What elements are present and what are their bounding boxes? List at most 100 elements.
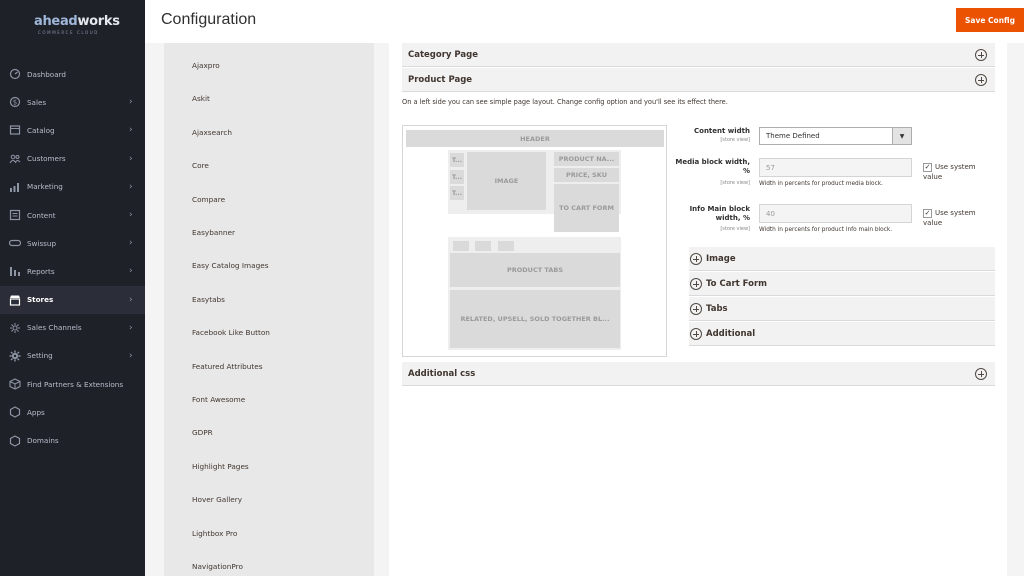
sidebar-item-label: Marketing bbox=[27, 182, 63, 192]
preview-tab bbox=[453, 241, 469, 251]
info-use-system-text: Use system value bbox=[923, 209, 976, 227]
chevron-right-icon: › bbox=[129, 266, 133, 277]
sidebar-item-sales-channels[interactable]: Sales Channels › bbox=[0, 314, 145, 342]
sidebar-item-setting[interactable]: Setting › bbox=[0, 342, 145, 370]
expand-plus-icon bbox=[690, 278, 702, 290]
section-title: Product Page bbox=[408, 74, 473, 85]
svg-text:$: $ bbox=[13, 99, 17, 107]
sidebar-item-find-partners-extensions[interactable]: Find Partners & Extensions bbox=[0, 370, 145, 398]
store-icon bbox=[9, 294, 21, 306]
content-width-value: Theme Defined bbox=[766, 132, 820, 140]
hexagon-icon bbox=[9, 434, 21, 447]
logo[interactable]: aheadworks COMMERCE CLOUD bbox=[34, 14, 120, 35]
config-tab-easybanner[interactable]: Easybanner bbox=[192, 228, 235, 237]
config-tab-highlight-pages[interactable]: Highlight Pages bbox=[192, 462, 249, 471]
info-width-input[interactable]: 40 bbox=[759, 204, 912, 223]
expand-plus-icon bbox=[975, 49, 987, 61]
sidebar-item-label: Content bbox=[27, 210, 56, 220]
config-tab-navigationpro[interactable]: NavigationPro bbox=[192, 562, 243, 571]
expand-plus-icon bbox=[975, 368, 987, 380]
chevron-right-icon: › bbox=[129, 350, 133, 361]
main-nav: Dashboard $ Sales › Catalog › Customers › Market… bbox=[0, 60, 145, 455]
info-width-scope: [store view] bbox=[720, 226, 750, 232]
sidebar-item-apps[interactable]: Apps bbox=[0, 398, 145, 426]
chevron-right-icon: › bbox=[129, 125, 133, 136]
preview-thumb: T... bbox=[450, 186, 464, 200]
config-tab-gdpr[interactable]: GDPR bbox=[192, 428, 213, 437]
subsection-tabs[interactable]: Tabs bbox=[689, 297, 995, 321]
chevron-right-icon: › bbox=[129, 322, 133, 333]
customers-icon bbox=[9, 153, 21, 165]
sidebar-item-domains[interactable]: Domains bbox=[0, 426, 145, 454]
box-icon bbox=[9, 124, 21, 136]
media-width-label: Media block width, % bbox=[670, 158, 750, 176]
section-additional-css[interactable]: Additional css bbox=[402, 362, 995, 386]
sidebar-item-label: Sales Channels bbox=[27, 323, 82, 333]
cube-icon bbox=[9, 378, 21, 390]
subsection-title: Tabs bbox=[706, 303, 728, 314]
section-product-page[interactable]: Product Page bbox=[402, 68, 995, 92]
chevron-right-icon: › bbox=[129, 153, 133, 164]
sidebar-item-label: Customers bbox=[27, 154, 66, 164]
section-category-page[interactable]: Category Page bbox=[402, 43, 995, 67]
info-use-system-label: Use system value bbox=[923, 208, 983, 228]
preview-thumb: T... bbox=[450, 153, 464, 167]
page-title: Configuration bbox=[161, 11, 257, 28]
expand-plus-icon bbox=[690, 328, 702, 340]
sidebar-item-catalog[interactable]: Catalog › bbox=[0, 116, 145, 144]
admin-sidebar: aheadworks COMMERCE CLOUD Dashboard $ Sale… bbox=[0, 0, 145, 576]
layout-description: On a left side you can see simple page l… bbox=[402, 98, 728, 106]
logo-subtitle: COMMERCE CLOUD bbox=[38, 30, 99, 35]
config-tab-ajaxsearch[interactable]: Ajaxsearch bbox=[192, 128, 232, 137]
config-tab-easytabs[interactable]: Easytabs bbox=[192, 295, 225, 304]
expand-plus-icon bbox=[690, 253, 702, 265]
chevron-right-icon: › bbox=[129, 294, 133, 305]
info-width-label: Info Main block width, % bbox=[670, 205, 750, 223]
save-config-button[interactable]: Save Config bbox=[956, 8, 1024, 32]
sidebar-item-swissup[interactable]: Swissup › bbox=[0, 229, 145, 257]
config-tab-easy-catalog-images[interactable]: Easy Catalog Images bbox=[192, 261, 269, 270]
sidebar-item-marketing[interactable]: Marketing › bbox=[0, 173, 145, 201]
config-tab-askit[interactable]: Askit bbox=[192, 94, 210, 103]
sidebar-item-label: Swissup bbox=[27, 238, 57, 248]
media-width-input[interactable]: 57 bbox=[759, 158, 912, 177]
sidebar-item-sales[interactable]: $ Sales › bbox=[0, 88, 145, 116]
dashboard-icon bbox=[9, 68, 21, 80]
config-tab-facebook-like-button[interactable]: Facebook Like Button bbox=[192, 328, 270, 337]
config-tab-font-awesome[interactable]: Font Awesome bbox=[192, 395, 245, 404]
sidebar-item-label: Find Partners & Extensions bbox=[27, 379, 124, 389]
subsection-additional[interactable]: Additional bbox=[689, 322, 995, 346]
info-width-label-line2: width, % bbox=[715, 214, 750, 222]
preview-tab bbox=[498, 241, 514, 251]
config-tab-core[interactable]: Core bbox=[192, 161, 209, 170]
subsection-image[interactable]: Image bbox=[689, 247, 995, 271]
config-tab-lightbox-pro[interactable]: Lightbox Pro bbox=[192, 529, 237, 538]
preview-product-tabs: PRODUCT TABS bbox=[450, 253, 620, 287]
sidebar-item-stores[interactable]: Stores › bbox=[0, 285, 145, 314]
dollar-icon: $ bbox=[9, 96, 21, 108]
section-title: Category Page bbox=[408, 49, 479, 60]
sidebar-item-label: Apps bbox=[27, 407, 45, 417]
config-tab-hover-gallery[interactable]: Hover Gallery bbox=[192, 495, 242, 504]
chevron-down-icon: ▼ bbox=[892, 128, 911, 144]
sidebar-item-content[interactable]: Content › bbox=[0, 201, 145, 229]
sidebar-item-label: Sales bbox=[27, 97, 47, 107]
expand-plus-icon bbox=[690, 303, 702, 315]
config-tabs-panel: Ajaxpro Askit Ajaxsearch Core Compare Easyban… bbox=[164, 43, 374, 576]
content-width-select[interactable]: Theme Defined ▼ bbox=[759, 127, 912, 145]
media-width-label-line2: % bbox=[742, 167, 750, 175]
sidebar-item-label: Dashboard bbox=[27, 69, 66, 79]
config-tab-featured-attributes[interactable]: Featured Attributes bbox=[192, 362, 263, 371]
preview-tab bbox=[475, 241, 491, 251]
media-width-label-line1: Media block width, bbox=[675, 158, 750, 166]
chevron-right-icon: › bbox=[129, 238, 133, 249]
sidebar-item-dashboard[interactable]: Dashboard bbox=[0, 60, 145, 88]
config-tab-compare[interactable]: Compare bbox=[192, 195, 225, 204]
config-tab-ajaxpro[interactable]: Ajaxpro bbox=[192, 61, 220, 70]
channels-icon bbox=[9, 322, 21, 334]
sidebar-item-customers[interactable]: Customers › bbox=[0, 145, 145, 173]
megaphone-icon bbox=[9, 181, 21, 193]
subsection-to-cart-form[interactable]: To Cart Form bbox=[689, 272, 995, 296]
sidebar-item-reports[interactable]: Reports › bbox=[0, 257, 145, 285]
sidebar-item-label: Catalog bbox=[27, 125, 55, 135]
